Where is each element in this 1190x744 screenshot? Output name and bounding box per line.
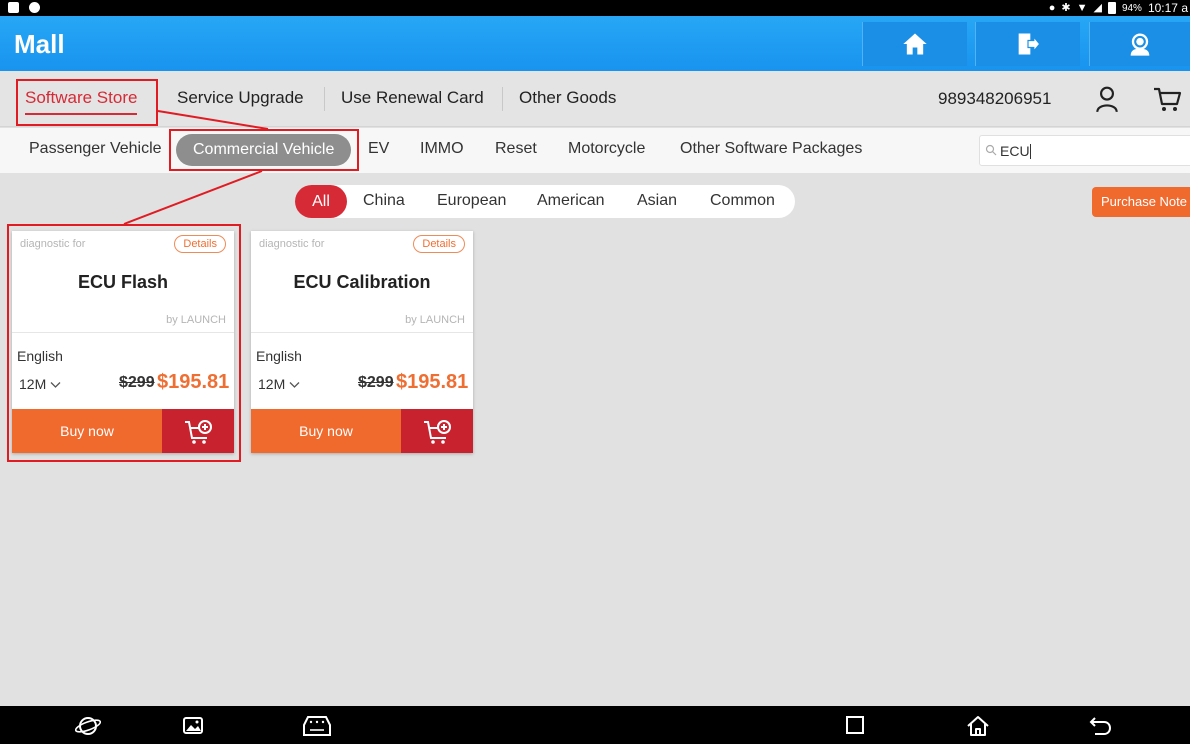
duration-select[interactable]: 12M [258,376,300,392]
gallery-icon[interactable] [180,715,206,737]
add-to-cart-button[interactable] [401,409,473,453]
tab-other-goods[interactable]: Other Goods [519,88,616,108]
app-title: Mall [14,29,65,59]
search-icon [985,144,997,156]
chevron-down-icon [289,382,300,388]
product-card[interactable]: diagnostic for Details ECU Calibration b… [251,231,473,453]
product-vendor: by LAUNCH [405,314,465,326]
search-input[interactable]: ECU [979,135,1190,166]
annotation-highlight-software-store [16,79,158,126]
exit-button[interactable] [975,22,1080,66]
region-european[interactable]: European [437,192,506,210]
region-asian[interactable]: Asian [637,192,677,210]
shopping-cart-icon[interactable] [1152,84,1182,114]
details-button[interactable]: Details [413,235,465,253]
product-card-header: diagnostic for Details ECU Calibration b… [251,231,473,333]
region-american[interactable]: American [537,192,605,210]
user-icon[interactable] [1094,85,1120,113]
duration-value: 12M [258,376,286,392]
product-language: English [256,348,302,364]
shield-notification-icon [29,2,40,13]
support-button[interactable] [1089,22,1190,66]
region-filter: All China European American Asian Common [295,185,795,218]
tab-divider [502,87,503,111]
region-china[interactable]: China [363,192,405,210]
region-common[interactable]: Common [710,192,775,210]
back-icon[interactable] [1087,715,1113,737]
purchase-note-button[interactable]: Purchase Note [1092,187,1190,217]
product-category: diagnostic for [259,238,325,250]
app-bar: Mall [0,16,1190,71]
bluetooth-icon: ✱ [1061,2,1071,14]
product-name: ECU Calibration [293,272,431,292]
buy-now-button[interactable]: Buy now [251,409,401,453]
status-bar: ● ✱ ▼ ◢ 94% 10:17 a [0,0,1190,16]
system-nav-bar [0,706,1190,744]
tab-immo[interactable]: IMMO [420,140,464,158]
home-button[interactable] [862,22,967,66]
location-icon: ● [1048,2,1056,14]
tab-other-software-packages[interactable]: Other Software Packages [680,140,862,158]
region-all[interactable]: All [295,185,347,218]
tab-ev[interactable]: EV [368,140,389,158]
vci-icon[interactable] [302,715,332,737]
text-cursor [1029,144,1031,159]
annotation-highlight-commercial-vehicle [169,129,359,171]
account-number: 989348206951 [938,89,1052,108]
tab-service-upgrade[interactable]: Service Upgrade [177,88,304,108]
support-agent-icon [1130,33,1150,56]
wifi-icon: ▼ [1076,2,1088,14]
add-to-cart-icon [424,420,451,444]
home-nav-icon[interactable] [965,715,991,737]
exit-icon [1018,33,1041,55]
tab-use-renewal-card[interactable]: Use Renewal Card [341,88,484,108]
search-value: ECU [1000,143,1030,159]
clock: 10:17 a [1147,1,1188,15]
battery-icon [1107,2,1116,14]
recent-apps-icon[interactable] [842,715,868,737]
original-price: $299 [358,374,394,391]
tab-divider [324,87,325,111]
tab-motorcycle[interactable]: Motorcycle [568,140,645,158]
main-tabs: Software Store Service Upgrade Use Renew… [0,71,1190,127]
tab-passenger-vehicle[interactable]: Passenger Vehicle [29,140,162,158]
sale-price: $195.81 [396,371,469,393]
gallery-notification-icon [8,2,19,13]
tab-reset[interactable]: Reset [495,140,537,158]
signal-icon: ◢ [1093,2,1102,14]
browser-icon[interactable] [75,715,101,737]
battery-level: 94% [1121,2,1142,14]
annotation-highlight-ecu-flash [7,224,241,462]
home-icon [903,33,927,55]
